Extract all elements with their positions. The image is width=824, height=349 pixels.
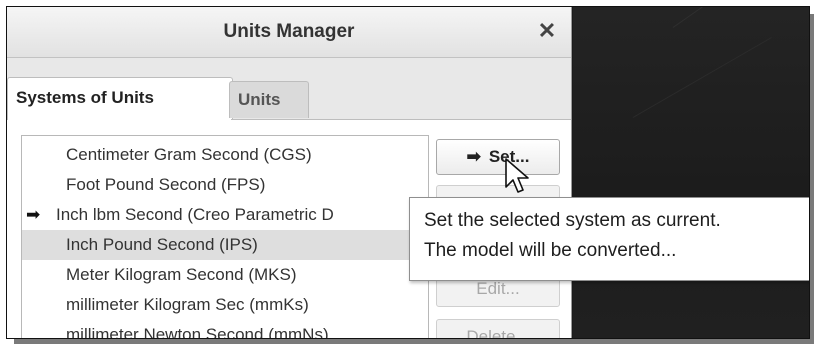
units-manager-dialog: Units Manager ✕ Systems of Units Units C… xyxy=(7,7,572,338)
tab-systems-of-units[interactable]: Systems of Units xyxy=(7,77,233,120)
list-item[interactable]: Foot Pound Second (FPS) xyxy=(22,170,428,200)
list-item-label: millimeter Newton Second (mmNs) xyxy=(66,325,329,339)
list-item-label: millimeter Kilogram Sec (mmKs) xyxy=(66,295,309,314)
list-item[interactable]: millimeter Newton Second (mmNs) xyxy=(22,320,428,339)
mouse-pointer-icon xyxy=(505,158,529,193)
dialog-title: Units Manager xyxy=(223,21,355,42)
dialog-titlebar: Units Manager ✕ xyxy=(7,7,571,58)
list-item-current[interactable]: ➡ Inch lbm Second (Creo Parametric D xyxy=(22,200,428,230)
list-item-selected[interactable]: Inch Pound Second (IPS) xyxy=(22,230,428,260)
tooltip-line-1: Set the selected system as current. xyxy=(424,210,721,231)
list-item[interactable]: Centimeter Gram Second (CGS) xyxy=(22,140,428,170)
arrow-right-icon: ➡ xyxy=(466,147,481,166)
arrow-right-icon: ➡ xyxy=(26,205,41,224)
systems-of-units-list[interactable]: Centimeter Gram Second (CGS) Foot Pound … xyxy=(21,135,429,339)
delete-button[interactable]: Delete... xyxy=(436,319,560,338)
list-item-label: Centimeter Gram Second (CGS) xyxy=(66,145,312,164)
tab-divider xyxy=(231,119,571,120)
list-item[interactable]: Meter Kilogram Second (MKS) xyxy=(22,260,428,290)
list-item-label: Meter Kilogram Second (MKS) xyxy=(66,265,297,284)
tab-bar: Systems of Units Units xyxy=(7,77,571,120)
model-edge xyxy=(632,37,772,118)
graphics-viewport[interactable] xyxy=(573,7,809,338)
tab-units[interactable]: Units xyxy=(229,81,309,118)
set-button-tooltip: Set the selected system as current. The … xyxy=(409,197,809,281)
list-item[interactable]: millimeter Kilogram Sec (mmKs) xyxy=(22,290,428,320)
set-button[interactable]: ➡ Set... xyxy=(436,139,560,175)
list-item-label: Inch lbm Second (Creo Parametric D xyxy=(56,205,334,224)
list-item-label: Foot Pound Second (FPS) xyxy=(66,175,266,194)
application-window: Units Manager ✕ Systems of Units Units C… xyxy=(6,6,810,339)
close-icon[interactable]: ✕ xyxy=(535,19,559,43)
tooltip-line-2: The model will be converted... xyxy=(424,240,677,261)
list-item-label: Inch Pound Second (IPS) xyxy=(66,235,258,254)
model-edge xyxy=(672,7,788,28)
